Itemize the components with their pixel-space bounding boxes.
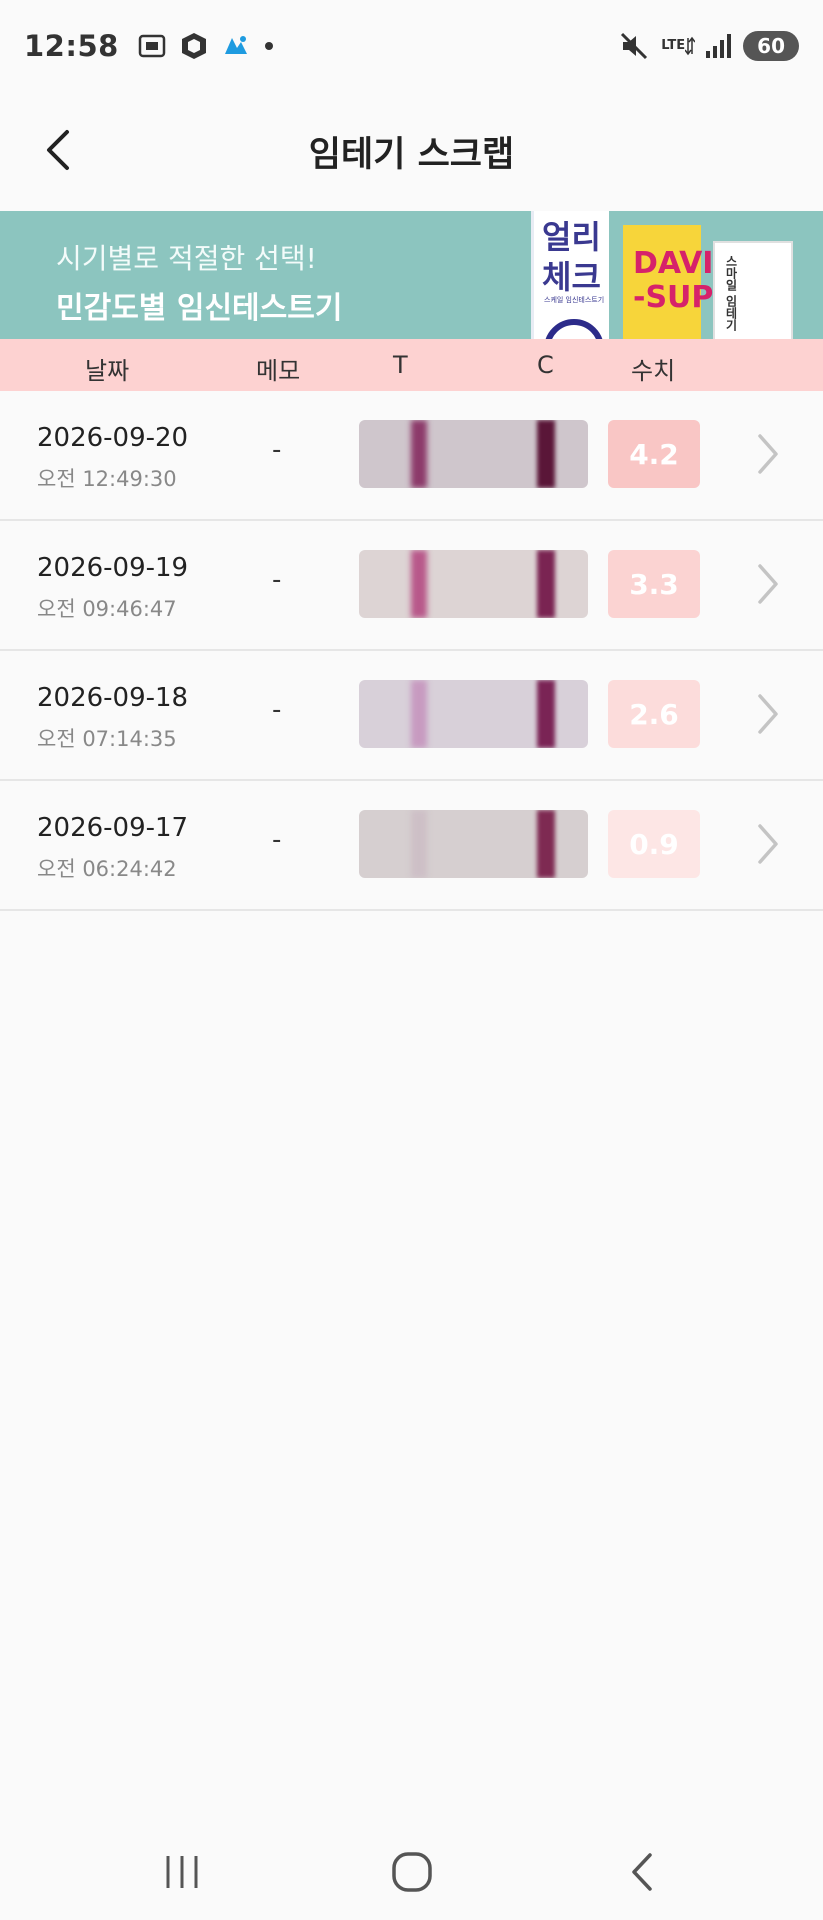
header-memo: 메모 xyxy=(256,357,301,385)
row-date: 2026-09-17 xyxy=(37,813,189,843)
test-strip-image xyxy=(359,550,588,618)
lte-icon: LTE xyxy=(661,36,696,56)
control-line-c xyxy=(537,420,555,488)
control-line-c xyxy=(537,550,555,618)
cube-app-icon xyxy=(179,31,209,61)
game-app-icon xyxy=(221,32,251,60)
row-memo: - xyxy=(272,565,282,595)
header-value: 수치 xyxy=(631,357,676,385)
header-c-line: C xyxy=(537,351,554,379)
value-badge: 3.3 xyxy=(608,550,700,618)
banner-subheadline: 민감도별 임신테스트기 xyxy=(56,291,343,326)
status-bar: 12:58 LTE 60 xyxy=(0,0,823,92)
chevron-right-icon xyxy=(758,694,778,734)
value-badge: 2.6 xyxy=(608,680,700,748)
test-strip-image xyxy=(359,680,588,748)
recent-apps-button[interactable] xyxy=(150,1840,214,1904)
row-time: 오전 07:14:35 xyxy=(37,727,177,751)
product-smile-title: 스마일 임테기 xyxy=(724,255,738,332)
banner-headline: 시기별로 적절한 선택! xyxy=(56,242,317,275)
row-date: 2026-09-19 xyxy=(37,553,189,583)
status-time: 12:58 xyxy=(24,29,119,63)
chevron-right-icon xyxy=(758,434,778,474)
test-line-t xyxy=(411,550,427,618)
status-icons-left xyxy=(137,31,275,61)
row-date: 2026-09-20 xyxy=(37,423,189,453)
home-icon xyxy=(392,1852,432,1892)
header-t-line: T xyxy=(393,351,408,379)
promo-banner[interactable]: 시기별로 적절한 선택! 민감도별 임신테스트기 얼리 체크 스케일 임신테스트… xyxy=(0,211,823,339)
table-header: 날짜 메모 T C 수치 xyxy=(0,339,823,391)
table-row[interactable]: 2026-09-19 오전 09:46:47 - 3.3 xyxy=(0,521,823,651)
product-logo-circle xyxy=(544,319,604,339)
test-strip-image xyxy=(359,810,588,878)
product-early-check-title: 얼리 체크 xyxy=(542,218,601,296)
row-memo: - xyxy=(272,695,282,725)
app-bar: 임테기 스크랩 xyxy=(0,92,823,210)
product-david-box: DAVID -SUPE xyxy=(623,225,738,339)
table-row[interactable]: 2026-09-18 오전 07:14:35 - 2.6 xyxy=(0,651,823,781)
row-memo: - xyxy=(272,435,282,465)
test-strip-image xyxy=(359,420,588,488)
row-time: 오전 12:49:30 xyxy=(37,467,177,491)
test-line-t xyxy=(411,420,427,488)
product-early-check-box: 얼리 체크 스케일 임신테스트기 xyxy=(531,211,609,339)
system-back-icon xyxy=(632,1853,652,1891)
row-memo: - xyxy=(272,825,282,855)
status-icons-right: LTE 60 xyxy=(619,31,799,61)
home-button[interactable] xyxy=(380,1840,444,1904)
test-line-t xyxy=(411,810,427,878)
system-nav-bar xyxy=(0,1830,823,1920)
value-badge: 4.2 xyxy=(608,420,700,488)
control-line-c xyxy=(537,680,555,748)
chevron-right-icon xyxy=(758,824,778,864)
system-back-button[interactable] xyxy=(610,1840,674,1904)
battery-indicator: 60 xyxy=(743,31,799,61)
signal-icon xyxy=(705,33,733,59)
mute-icon xyxy=(619,31,651,61)
value-badge: 0.9 xyxy=(608,810,700,878)
page-title: 임테기 스크랩 xyxy=(308,134,515,175)
notification-dot-icon xyxy=(263,40,275,52)
back-button[interactable] xyxy=(30,118,86,182)
test-line-t xyxy=(411,680,427,748)
header-date: 날짜 xyxy=(85,357,130,385)
control-line-c xyxy=(537,810,555,878)
arrow-left-icon xyxy=(47,130,69,170)
recent-apps-icon xyxy=(166,1856,198,1888)
chevron-right-icon xyxy=(758,564,778,604)
table-row[interactable]: 2026-09-20 오전 12:49:30 - 4.2 xyxy=(0,391,823,521)
row-time: 오전 09:46:47 xyxy=(37,597,177,621)
row-time: 오전 06:24:42 xyxy=(37,857,177,881)
product-smile-box: 스마일 임테기 xyxy=(713,241,793,339)
row-date: 2026-09-18 xyxy=(37,683,189,713)
screenshot-icon xyxy=(137,32,167,60)
product-early-check-subtitle: 스케일 임신테스트기 xyxy=(544,296,605,304)
table-row[interactable]: 2026-09-17 오전 06:24:42 - 0.9 xyxy=(0,781,823,911)
